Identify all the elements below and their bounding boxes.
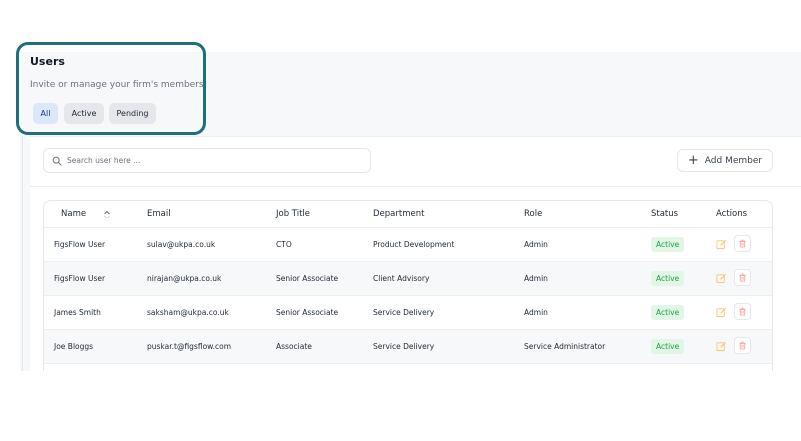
- table-row[interactable]: FigsFlow User nirajan@ukpa.co.uk Senior …: [44, 262, 772, 296]
- divider: [22, 136, 23, 371]
- status-badge: Active: [651, 339, 685, 354]
- cell-job-title: Senior Associate: [276, 308, 339, 317]
- table-row[interactable]: FigsFlow User sulav@ukpa.co.uk CTO Produ…: [44, 228, 772, 262]
- trash-icon: [739, 273, 746, 282]
- delete-button[interactable]: [734, 337, 751, 354]
- add-member-button[interactable]: + Add Member: [677, 149, 773, 172]
- cell-job-title: Associate: [276, 342, 312, 351]
- status-badge: Active: [651, 305, 685, 320]
- delete-button[interactable]: [734, 235, 751, 252]
- edit-icon[interactable]: [716, 341, 727, 352]
- search-icon: [52, 156, 62, 166]
- edit-icon[interactable]: [716, 307, 727, 318]
- cell-email: sulav@ukpa.co.uk: [147, 240, 216, 249]
- column-header-role: Role: [524, 209, 543, 219]
- trash-icon: [739, 307, 746, 316]
- column-header-department: Department: [373, 209, 425, 219]
- cell-name: Joe Bloggs: [54, 342, 94, 351]
- status-badge: Active: [651, 237, 685, 252]
- edit-icon[interactable]: [716, 273, 727, 284]
- cell-role: Admin: [524, 274, 548, 283]
- cell-department: Product Development: [373, 240, 455, 249]
- add-member-label: Add Member: [704, 155, 763, 166]
- users-page: Users Invite or manage your firm's membe…: [0, 0, 801, 441]
- delete-button[interactable]: [734, 303, 751, 320]
- column-header-status: Status: [651, 209, 679, 219]
- search-input[interactable]: [67, 156, 347, 165]
- cell-email: saksham@ukpa.co.uk: [147, 308, 229, 317]
- trash-icon: [739, 341, 746, 350]
- divider: [30, 186, 801, 187]
- search-box[interactable]: [43, 148, 371, 173]
- cell-email: puskar.t@figsflow.com: [147, 342, 232, 351]
- cell-department: Service Delivery: [373, 308, 435, 317]
- column-header-name[interactable]: Name: [61, 209, 86, 219]
- sort-icon[interactable]: [102, 208, 112, 218]
- table-row[interactable]: James Smith saksham@ukpa.co.uk Senior As…: [44, 296, 772, 330]
- cell-department: Service Delivery: [373, 342, 435, 351]
- cell-department: Client Advisory: [373, 274, 430, 283]
- column-header-actions: Actions: [716, 209, 748, 219]
- column-header-job-title: Job Title: [276, 209, 311, 219]
- column-header-email: Email: [147, 209, 171, 219]
- trash-icon: [739, 239, 746, 248]
- cell-role: Admin: [524, 308, 548, 317]
- cell-email: nirajan@ukpa.co.uk: [147, 274, 222, 283]
- cell-role: Admin: [524, 240, 548, 249]
- cell-job-title: Senior Associate: [276, 274, 339, 283]
- cell-name: FigsFlow User: [54, 240, 106, 249]
- plus-icon: +: [687, 153, 699, 168]
- table-row[interactable]: Joe Bloggs puskar.t@figsflow.com Associa…: [44, 330, 772, 364]
- users-table: Name Email Job Title Department Role Sta…: [43, 200, 773, 371]
- status-badge: Active: [651, 271, 685, 286]
- highlight-frame: [16, 42, 206, 135]
- cell-name: James Smith: [54, 308, 101, 317]
- cell-job-title: CTO: [276, 240, 292, 249]
- cell-role: Service Administrator: [524, 342, 606, 351]
- cell-name: FigsFlow User: [54, 274, 106, 283]
- edit-icon[interactable]: [716, 239, 727, 250]
- delete-button[interactable]: [734, 269, 751, 286]
